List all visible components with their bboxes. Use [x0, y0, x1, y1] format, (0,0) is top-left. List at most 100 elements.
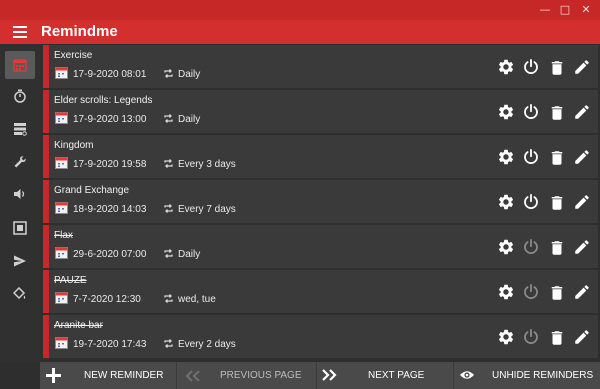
reminder-row[interactable]: PAUZE 7-7-2020 12:30 wed, tue: [43, 270, 598, 313]
trash-icon[interactable]: [548, 194, 566, 212]
power-icon[interactable]: [522, 283, 540, 301]
edit-icon[interactable]: [573, 283, 591, 301]
repeat-icon: [164, 114, 173, 123]
sidebar-item-timers[interactable]: [5, 82, 35, 110]
repeat-icon: [164, 159, 173, 168]
gear-icon[interactable]: [497, 238, 515, 256]
reminder-date: 18-9-2020 14:03: [73, 204, 147, 215]
edit-icon[interactable]: [573, 193, 591, 211]
screen-capture-icon: [13, 221, 27, 235]
reminder-row[interactable]: Kingdom 17-9-2020 19:58 Every 3 days: [43, 135, 598, 178]
reminder-row[interactable]: Elder scrolls: Legends 17-9-2020 13:00 D…: [43, 90, 598, 133]
gear-icon[interactable]: [497, 193, 515, 211]
reminder-row[interactable]: Flax 29-6-2020 07:00 Daily: [43, 225, 598, 268]
trash-icon[interactable]: [548, 239, 566, 257]
repeat-icon: [164, 204, 173, 213]
reminder-date: 7-7-2020 12:30: [73, 294, 141, 305]
minimize-button[interactable]: —: [538, 3, 552, 17]
reminder-repeat: Every 2 days: [178, 339, 236, 350]
calendar-icon: [55, 157, 68, 169]
next-page-button[interactable]: NEXT PAGE: [317, 362, 452, 389]
edit-icon[interactable]: [573, 238, 591, 256]
power-icon[interactable]: [522, 148, 540, 166]
reminder-name: PAUZE: [54, 275, 87, 286]
next-page-label: NEXT PAGE: [368, 370, 425, 381]
sidebar-item-screen[interactable]: [5, 214, 35, 242]
power-icon[interactable]: [522, 103, 540, 121]
unhide-reminders-label: UNHIDE REMINDERS: [492, 370, 594, 381]
reminder-name: Exercise: [54, 50, 93, 61]
app-bar: Remindme: [0, 20, 600, 44]
gear-icon[interactable]: [497, 58, 515, 76]
window-titlebar: — □ ✕: [0, 0, 600, 20]
sidebar-item-send[interactable]: [5, 247, 35, 275]
repeat-icon: [164, 69, 173, 78]
edit-icon[interactable]: [573, 148, 591, 166]
theme-icon: [13, 287, 26, 300]
reminder-date: 17-9-2020 08:01: [73, 69, 147, 80]
gear-icon[interactable]: [497, 103, 515, 121]
previous-page-label: PREVIOUS PAGE: [220, 370, 302, 381]
unhide-reminders-button[interactable]: UNHIDE REMINDERS: [454, 362, 600, 389]
reminder-date: 17-9-2020 19:58: [73, 159, 147, 170]
reminder-name: Grand Exchange: [54, 185, 130, 196]
reminder-name: Kingdom: [54, 140, 94, 151]
gear-icon[interactable]: [497, 283, 515, 301]
sidebar: [0, 44, 40, 362]
sidebar-item-storage[interactable]: [5, 115, 35, 143]
trash-icon[interactable]: [548, 149, 566, 167]
repeat-icon: [164, 339, 173, 348]
edit-icon[interactable]: [573, 103, 591, 121]
new-reminder-button[interactable]: NEW REMINDER: [40, 362, 175, 389]
trash-icon[interactable]: [548, 104, 566, 122]
volume-icon: [14, 189, 25, 199]
repeat-icon: [164, 294, 173, 303]
reminder-row[interactable]: Aranite bar 19-7-2020 17:43 Every 2 days: [43, 315, 598, 358]
sidebar-item-sound[interactable]: [5, 180, 35, 208]
reminder-date: 17-9-2020 13:00: [73, 114, 147, 125]
previous-page-button[interactable]: PREVIOUS PAGE: [177, 362, 315, 389]
calendar-icon: [55, 112, 68, 124]
reminder-date: 19-7-2020 17:43: [73, 339, 147, 350]
sidebar-item-settings[interactable]: [5, 148, 35, 176]
storage-icon: [14, 123, 27, 136]
gear-icon[interactable]: [497, 148, 515, 166]
reminder-date: 29-6-2020 07:00: [73, 249, 147, 260]
power-icon[interactable]: [522, 328, 540, 346]
new-reminder-label: NEW REMINDER: [84, 370, 164, 381]
edit-icon[interactable]: [573, 58, 591, 76]
reminder-repeat: Daily: [178, 69, 201, 80]
send-icon: [14, 255, 26, 267]
power-icon[interactable]: [522, 238, 540, 256]
plus-icon: [46, 368, 61, 383]
hamburger-menu-icon[interactable]: [13, 25, 29, 39]
power-icon[interactable]: [522, 193, 540, 211]
app-title: Remindme: [41, 23, 118, 40]
sidebar-item-reminders[interactable]: [5, 51, 35, 79]
calendar-icon: [55, 337, 68, 349]
reminder-repeat: wed, tue: [178, 294, 216, 305]
reminder-repeat: Daily: [178, 114, 201, 125]
close-button[interactable]: ✕: [579, 3, 593, 17]
calendar-icon: [55, 67, 68, 79]
calendar-icon: [55, 247, 68, 259]
reminder-row[interactable]: Grand Exchange 18-9-2020 14:03 Every 7 d…: [43, 180, 598, 223]
reminder-name: Aranite bar: [54, 320, 103, 331]
maximize-button[interactable]: □: [558, 3, 572, 17]
sidebar-item-theme[interactable]: [5, 280, 35, 308]
bottom-toolbar: NEW REMINDER PREVIOUS PAGE NEXT PAGE UNH…: [40, 362, 600, 389]
timer-icon: [14, 89, 26, 103]
trash-icon[interactable]: [548, 329, 566, 347]
eye-icon: [460, 371, 474, 379]
reminder-row[interactable]: Exercise 17-9-2020 08:01 Daily: [43, 45, 598, 88]
double-chevron-left-icon: [185, 370, 200, 382]
reminder-repeat: Daily: [178, 249, 201, 260]
calendar-icon: [55, 292, 68, 304]
gear-icon[interactable]: [497, 328, 515, 346]
power-icon[interactable]: [522, 58, 540, 76]
wrench-icon: [14, 156, 26, 168]
reminder-name: Flax: [54, 230, 73, 241]
trash-icon[interactable]: [548, 284, 566, 302]
edit-icon[interactable]: [573, 328, 591, 346]
trash-icon[interactable]: [548, 59, 566, 77]
